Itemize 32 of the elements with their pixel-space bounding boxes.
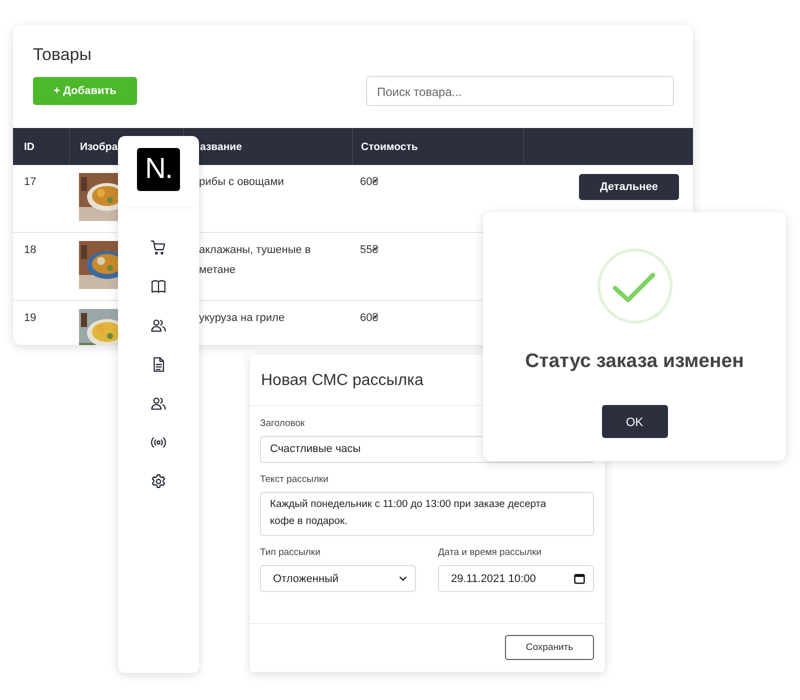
chevron-down-icon bbox=[399, 576, 407, 581]
field-label: Дата и время рассылки bbox=[438, 547, 542, 558]
logo: N. bbox=[137, 148, 180, 191]
table-cell: 60₴ bbox=[360, 312, 378, 324]
field-label: Тип рассылки bbox=[260, 547, 322, 558]
table-cell-text: рибы с овощами bbox=[199, 175, 285, 190]
table-cell-text: укуруза на гриле bbox=[199, 311, 286, 326]
details-button[interactable]: Детальнее bbox=[579, 174, 679, 200]
table-cell: 55₴ bbox=[360, 244, 378, 256]
save-button[interactable]: Сохранить bbox=[505, 635, 594, 660]
text-area[interactable]: Каждый понедельник с 11:00 до 13:00 при заказе десерта кофе в подарок. bbox=[260, 492, 594, 536]
cart-icon[interactable] bbox=[150, 239, 167, 256]
ok-button[interactable]: OK bbox=[602, 405, 668, 438]
table-cell-text: аклажаны, тушеные в метане bbox=[199, 243, 312, 278]
settings-icon[interactable] bbox=[150, 473, 167, 490]
table-cell: 19 bbox=[24, 312, 36, 324]
search-field[interactable]: Поиск товара... bbox=[366, 76, 674, 106]
field-label: Текст рассылки bbox=[260, 474, 330, 485]
check-circle-icon bbox=[596, 248, 672, 324]
table-cell: 17 bbox=[24, 176, 36, 188]
users-icon[interactable] bbox=[150, 395, 167, 412]
book-icon[interactable] bbox=[150, 278, 167, 295]
table-cell: 60₴ bbox=[360, 176, 378, 188]
table-cell: 18 bbox=[24, 244, 36, 256]
dropdown[interactable]: Отложенный bbox=[260, 565, 416, 592]
users-icon[interactable] bbox=[150, 317, 167, 334]
calendar-icon bbox=[574, 573, 585, 584]
date-time-field[interactable]: 29.11.2021 10:00 bbox=[438, 565, 594, 592]
table-header-cell: Стоимость bbox=[352, 128, 523, 165]
page-title: Товары bbox=[33, 45, 92, 65]
table-header-cell-text: ID bbox=[23, 140, 36, 154]
field-label: Заголовок bbox=[260, 418, 306, 429]
